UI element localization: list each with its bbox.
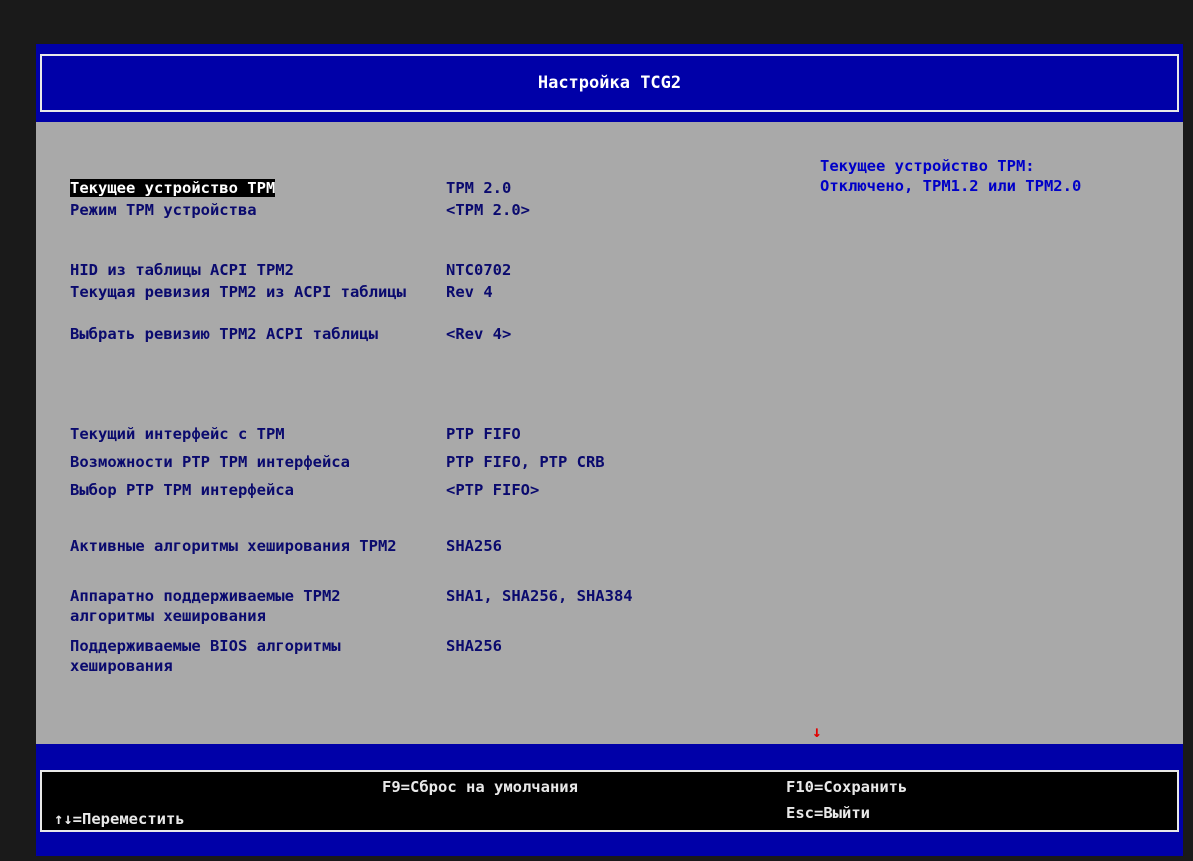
- setting-option-value[interactable]: <PTP FIFO>: [446, 480, 539, 500]
- setting-label: Активные алгоритмы хеширования TPM2: [70, 537, 397, 555]
- page-title: Настройка TCG2: [537, 73, 682, 93]
- setting-option-value[interactable]: <TPM 2.0>: [446, 200, 530, 220]
- setting-label: Поддерживаемые BIOS алгоритмы хешировани…: [70, 637, 341, 675]
- setting-label: Текущий интерфейс с TPM: [70, 425, 285, 443]
- title-bar: Настройка TCG2: [36, 44, 1183, 122]
- setting-value: PTP FIFO, PTP CRB: [446, 453, 605, 471]
- hint-exit[interactable]: Esc=Выйти: [786, 804, 870, 822]
- footer-bar: ↑↓=Переместить F9=Сброс на умолчания F10…: [36, 744, 1183, 856]
- help-line: Текущее устройство TPM:: [820, 157, 1035, 175]
- selected-setting-label: Текущее устройство TPM: [70, 179, 276, 197]
- setting-label: Текущее устройство TPM: [70, 178, 420, 198]
- setting-label: Режим TPM устройства: [70, 201, 257, 219]
- setting-value: Rev 4: [446, 283, 493, 301]
- bios-screen: Настройка TCG2 Текущее устройство TPM TP…: [0, 0, 1193, 861]
- help-text: Текущее устройство TPM: Отключено, TPM1.…: [820, 156, 1160, 196]
- key-hints: ↑↓=Переместить F9=Сброс на умолчания F10…: [40, 770, 1179, 832]
- hint-save[interactable]: F10=Сохранить: [786, 778, 907, 796]
- setting-label: Аппаратно поддерживаемые TPM2 алгоритмы …: [70, 587, 341, 625]
- setting-value: SHA256: [446, 637, 502, 655]
- setting-option-value[interactable]: <Rev 4>: [446, 324, 511, 344]
- hint-move: ↑↓=Переместить: [54, 810, 185, 828]
- setting-value: TPM 2.0: [446, 179, 512, 197]
- setting-label: Возможности PTP TPM интерфейса: [70, 453, 350, 471]
- help-line: Отключено, TPM1.2 или TPM2.0: [820, 177, 1082, 195]
- setting-label: HID из таблицы ACPI TPM2: [70, 261, 294, 279]
- setting-value: PTP FIFO: [446, 425, 521, 443]
- setting-value: SHA1, SHA256, SHA384: [446, 587, 633, 605]
- settings-panel: Текущее устройство TPM TPM 2.0 Режим TPM…: [36, 122, 1183, 744]
- setting-value: SHA256: [446, 537, 502, 555]
- setting-label: Выбрать ревизию TPM2 ACPI таблицы: [70, 325, 378, 343]
- setting-value: NTC0702: [446, 261, 512, 279]
- title-frame: Настройка TCG2: [40, 54, 1179, 112]
- setting-label: Выбор PTP TPM интерфейса: [70, 481, 294, 499]
- scroll-down-indicator-icon: ↓: [812, 722, 822, 741]
- setting-label: Текущая ревизия TPM2 из ACPI таблицы: [70, 283, 406, 301]
- hint-defaults[interactable]: F9=Сброс на умолчания: [382, 778, 578, 796]
